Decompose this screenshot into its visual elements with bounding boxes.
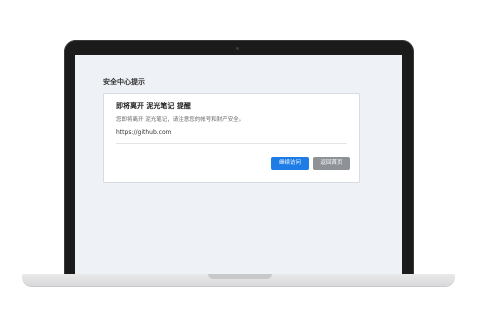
- notice-description: 您即将离开 泥光笔记，请注意您的帐号和财产安全。: [116, 117, 245, 123]
- laptop-base-notch: [208, 274, 272, 279]
- target-url: https://github.com: [116, 129, 172, 136]
- laptop-screen: 安全中心提示 即将离开 泥光笔记 提醒 您即将离开 泥光笔记，请注意您的帐号和财…: [75, 55, 402, 275]
- continue-visit-button[interactable]: 继续访问: [271, 157, 309, 170]
- divider: [116, 143, 347, 144]
- webcam-icon: [236, 47, 239, 50]
- notice-title: 即将离开 泥光笔记 提醒: [116, 102, 191, 110]
- back-home-button[interactable]: 返回首页: [313, 157, 350, 170]
- page-title: 安全中心提示: [103, 78, 145, 86]
- notice-card: 即将离开 泥光笔记 提醒 您即将离开 泥光笔记，请注意您的帐号和财产安全。 ht…: [103, 93, 360, 183]
